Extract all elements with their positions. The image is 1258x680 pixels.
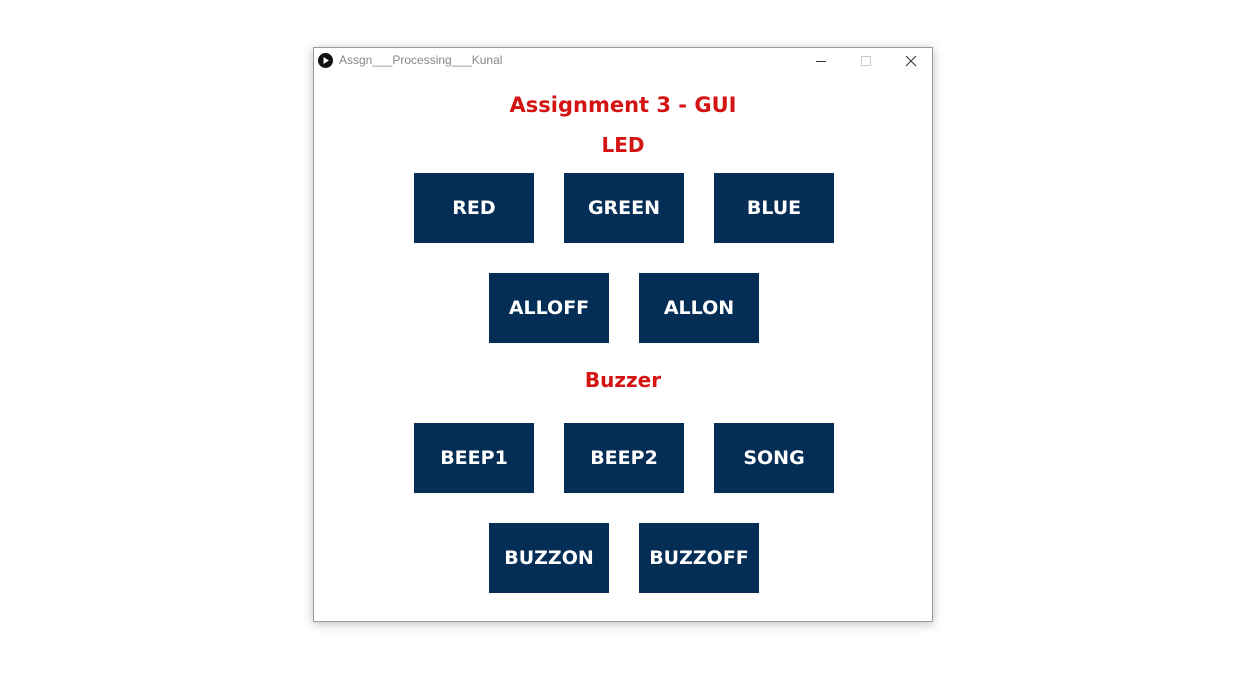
all-off-button[interactable]: ALLOFF bbox=[489, 273, 609, 343]
title-bar[interactable]: Assgn___Processing___Kunal bbox=[314, 48, 932, 74]
all-on-button[interactable]: ALLON bbox=[639, 273, 759, 343]
window-title: Assgn___Processing___Kunal bbox=[339, 53, 503, 67]
minimize-icon bbox=[815, 61, 826, 62]
sketch-canvas: Assignment 3 - GUI LED RED GREEN BLUE AL… bbox=[314, 74, 932, 622]
beep1-button[interactable]: BEEP1 bbox=[414, 423, 534, 493]
buzzer-section-title: Buzzer bbox=[584, 368, 662, 392]
green-button[interactable]: GREEN bbox=[564, 173, 684, 243]
led-section-title: LED bbox=[601, 133, 645, 157]
page-title: Assignment 3 - GUI bbox=[509, 93, 737, 117]
buzz-off-button[interactable]: BUZZOFF bbox=[639, 523, 759, 593]
close-icon bbox=[905, 55, 916, 67]
maximize-icon bbox=[860, 56, 871, 66]
song-button[interactable]: SONG bbox=[714, 423, 834, 493]
processing-play-icon bbox=[318, 53, 333, 68]
app-window: Assgn___Processing___Kunal Assignment 3 … bbox=[313, 47, 933, 622]
beep2-button[interactable]: BEEP2 bbox=[564, 423, 684, 493]
buzz-on-button[interactable]: BUZZON bbox=[489, 523, 609, 593]
close-button[interactable] bbox=[888, 48, 933, 74]
maximize-button[interactable] bbox=[843, 48, 888, 74]
blue-button[interactable]: BLUE bbox=[714, 173, 834, 243]
minimize-button[interactable] bbox=[798, 48, 843, 74]
red-button[interactable]: RED bbox=[414, 173, 534, 243]
